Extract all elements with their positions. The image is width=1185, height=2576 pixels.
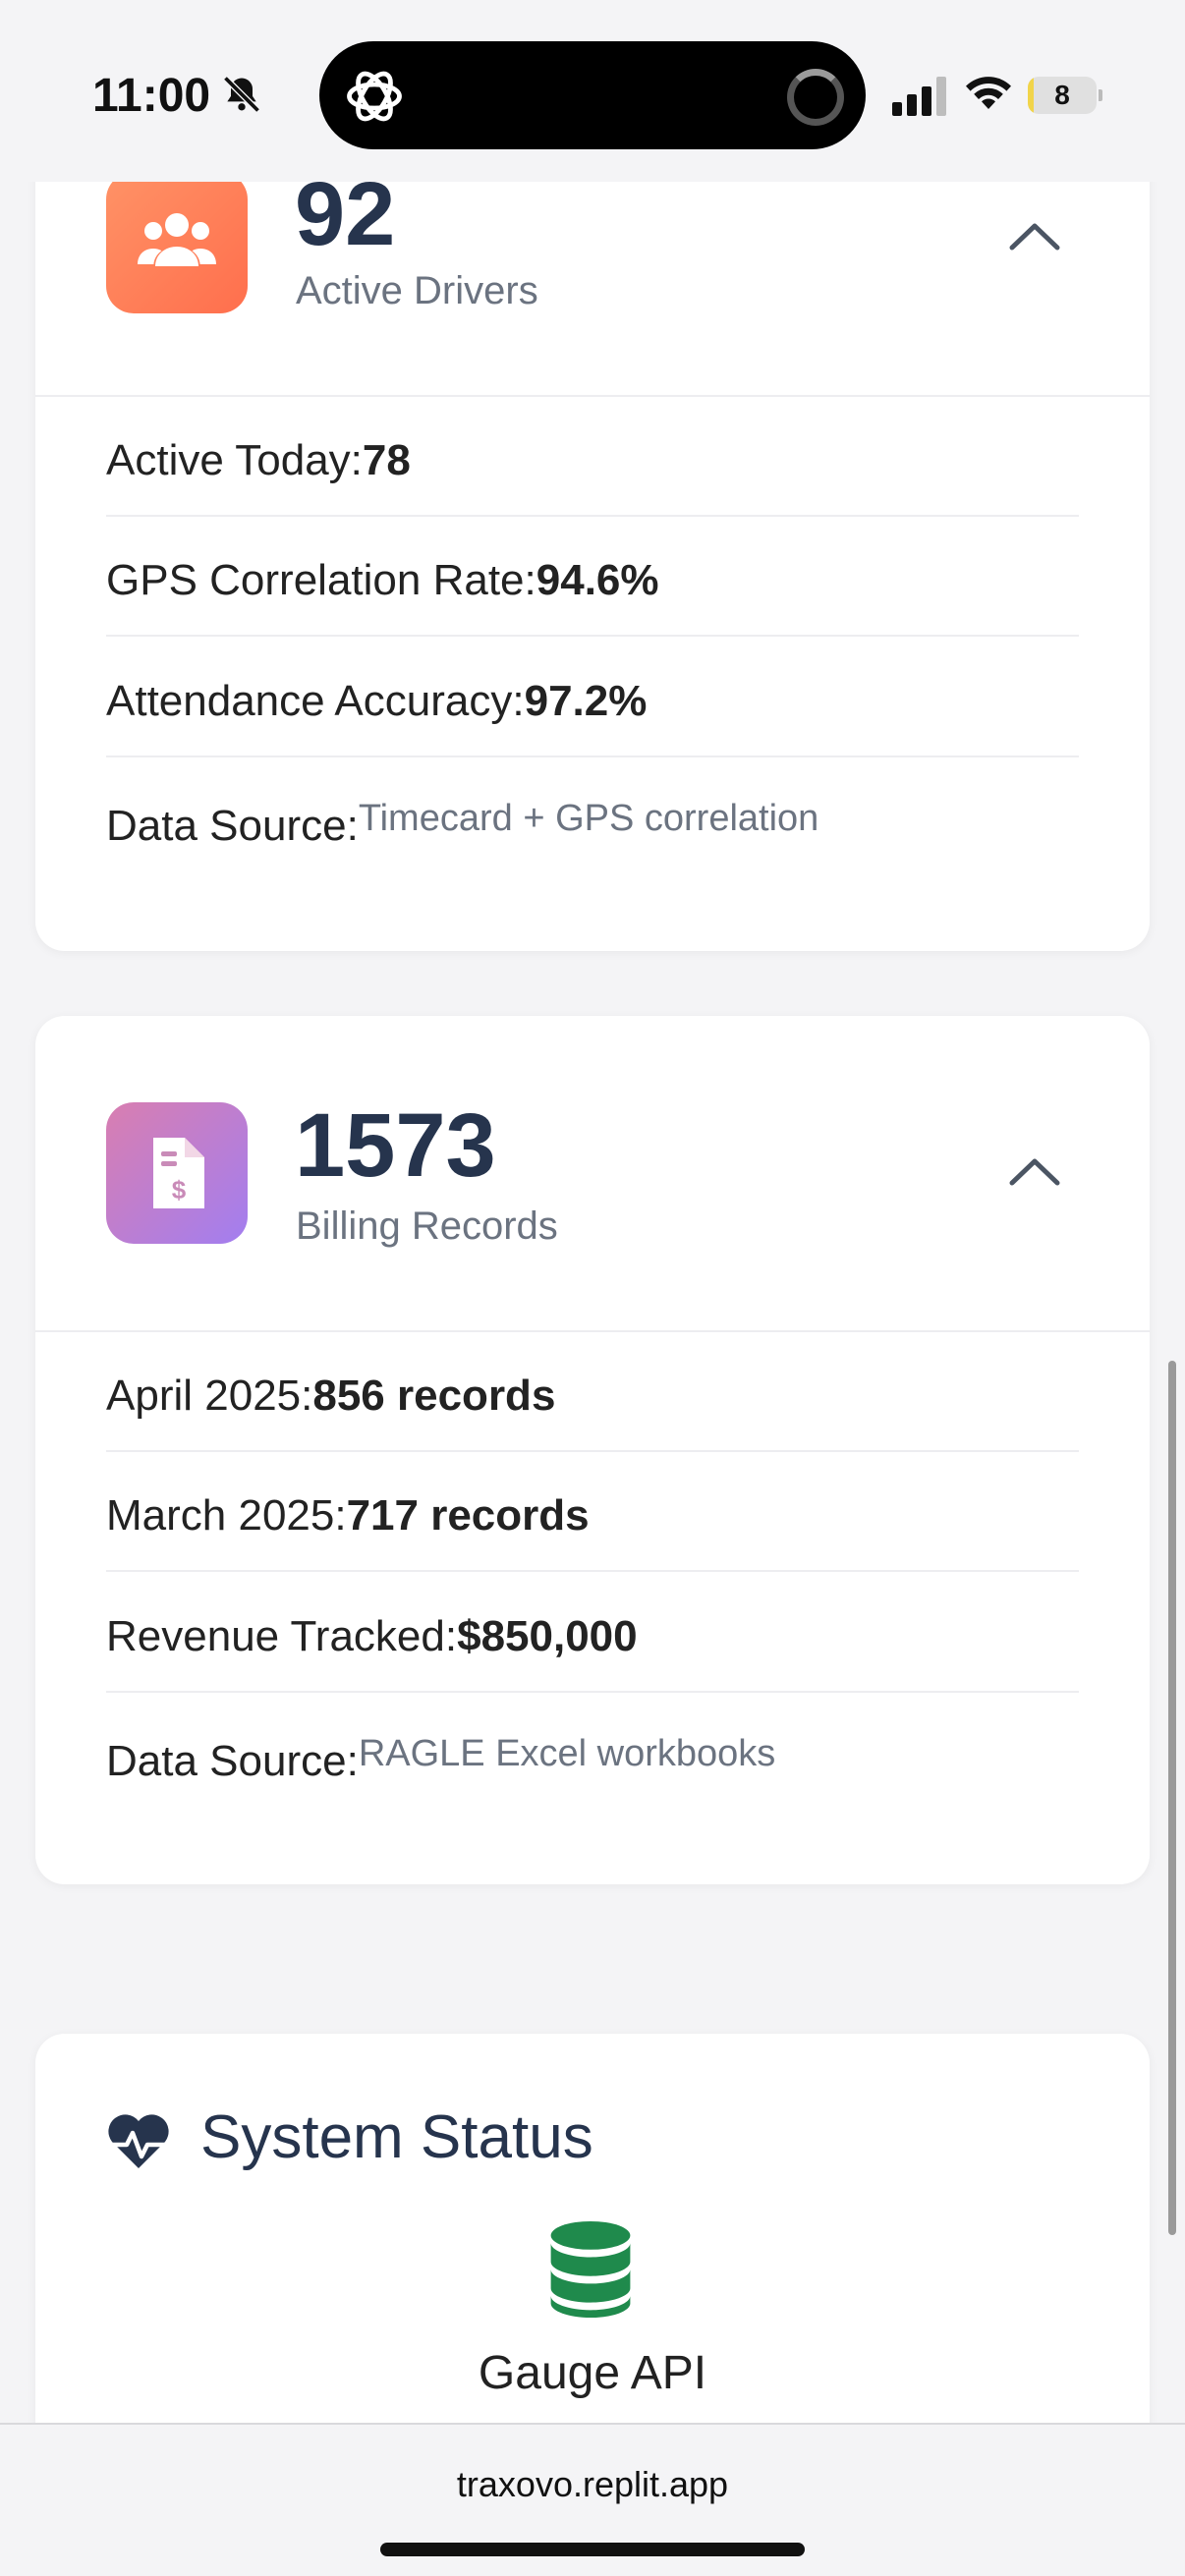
chatgpt-icon [347,71,402,122]
active-drivers-card: 92 Active Drivers Active Today:78 GPS Co… [35,98,1150,951]
detail-row: GPS Correlation Rate:94.6% [106,517,1079,637]
url-text[interactable]: traxovo.replit.app [0,2464,1185,2505]
billing-records-count: 1573 [295,1095,496,1196]
detail-row: April 2025:856 records [106,1332,1079,1452]
system-status-title: System Status [200,2103,593,2171]
vertical-scrollbar[interactable] [1168,1361,1176,2235]
wifi-icon [966,77,1011,109]
row-label: GPS Correlation Rate: [106,556,536,604]
detail-row: Revenue Tracked:$850,000 [106,1573,1079,1693]
row-value: 717 records [346,1491,590,1540]
chevron-up-icon[interactable] [1008,1155,1061,1187]
row-label: Data Source: [106,802,359,850]
row-label: Revenue Tracked: [106,1612,458,1660]
battery-indicator: 8 [1028,77,1102,114]
cellular-signal-icon [892,77,946,116]
status-bar: 11:00 8 [0,0,1185,182]
invoice-icon: $ [153,1138,204,1208]
active-drivers-count: 92 [295,164,396,264]
data-source-value: Timecard + GPS correlation [358,798,819,839]
detail-row: Data Source:RAGLE Excel workbooks [106,1694,1079,1814]
drivers-tile [106,172,248,313]
billing-tile: $ [106,1102,248,1244]
row-label: April 2025: [106,1372,313,1420]
billing-records-label: Billing Records [296,1204,558,1248]
app-page: 11:00 8 92 Active Drivers Active Today:7… [0,0,1185,2576]
row-value: 97.2% [524,677,648,725]
gauge-api-label: Gauge API [478,2347,707,2399]
row-label: Attendance Accuracy: [106,677,525,725]
detail-row: March 2025:717 records [106,1452,1079,1572]
row-value: 856 records [312,1372,556,1420]
users-icon [138,213,216,266]
battery-level: 8 [1054,80,1070,110]
row-value: $850,000 [457,1612,638,1660]
active-drivers-label: Active Drivers [296,269,538,312]
svg-text:$: $ [172,1175,187,1204]
detail-row: Data Source:Timecard + GPS correlation [106,758,1079,878]
row-label: March 2025: [106,1491,347,1540]
detail-row: Attendance Accuracy:97.2% [106,638,1079,757]
detail-row: Active Today:78 [106,397,1079,517]
data-source-value: RAGLE Excel workbooks [358,1733,776,1774]
loading-spinner-icon [787,69,844,126]
heartbeat-icon [108,2114,169,2168]
status-time: 11:00 [92,70,211,122]
bell-muted-icon [223,76,260,113]
row-value: 94.6% [536,556,659,604]
row-label: Data Source: [106,1737,359,1785]
billing-records-card: $ 1573 Billing Records April 2025:856 re… [35,1016,1150,1884]
chevron-up-icon[interactable] [1008,220,1061,252]
browser-address-bar[interactable]: traxovo.replit.app [0,2423,1185,2576]
database-icon [550,2220,631,2319]
row-value: 78 [362,436,411,484]
dynamic-island [319,41,866,149]
row-label: Active Today: [106,436,363,484]
home-indicator[interactable] [380,2543,805,2556]
